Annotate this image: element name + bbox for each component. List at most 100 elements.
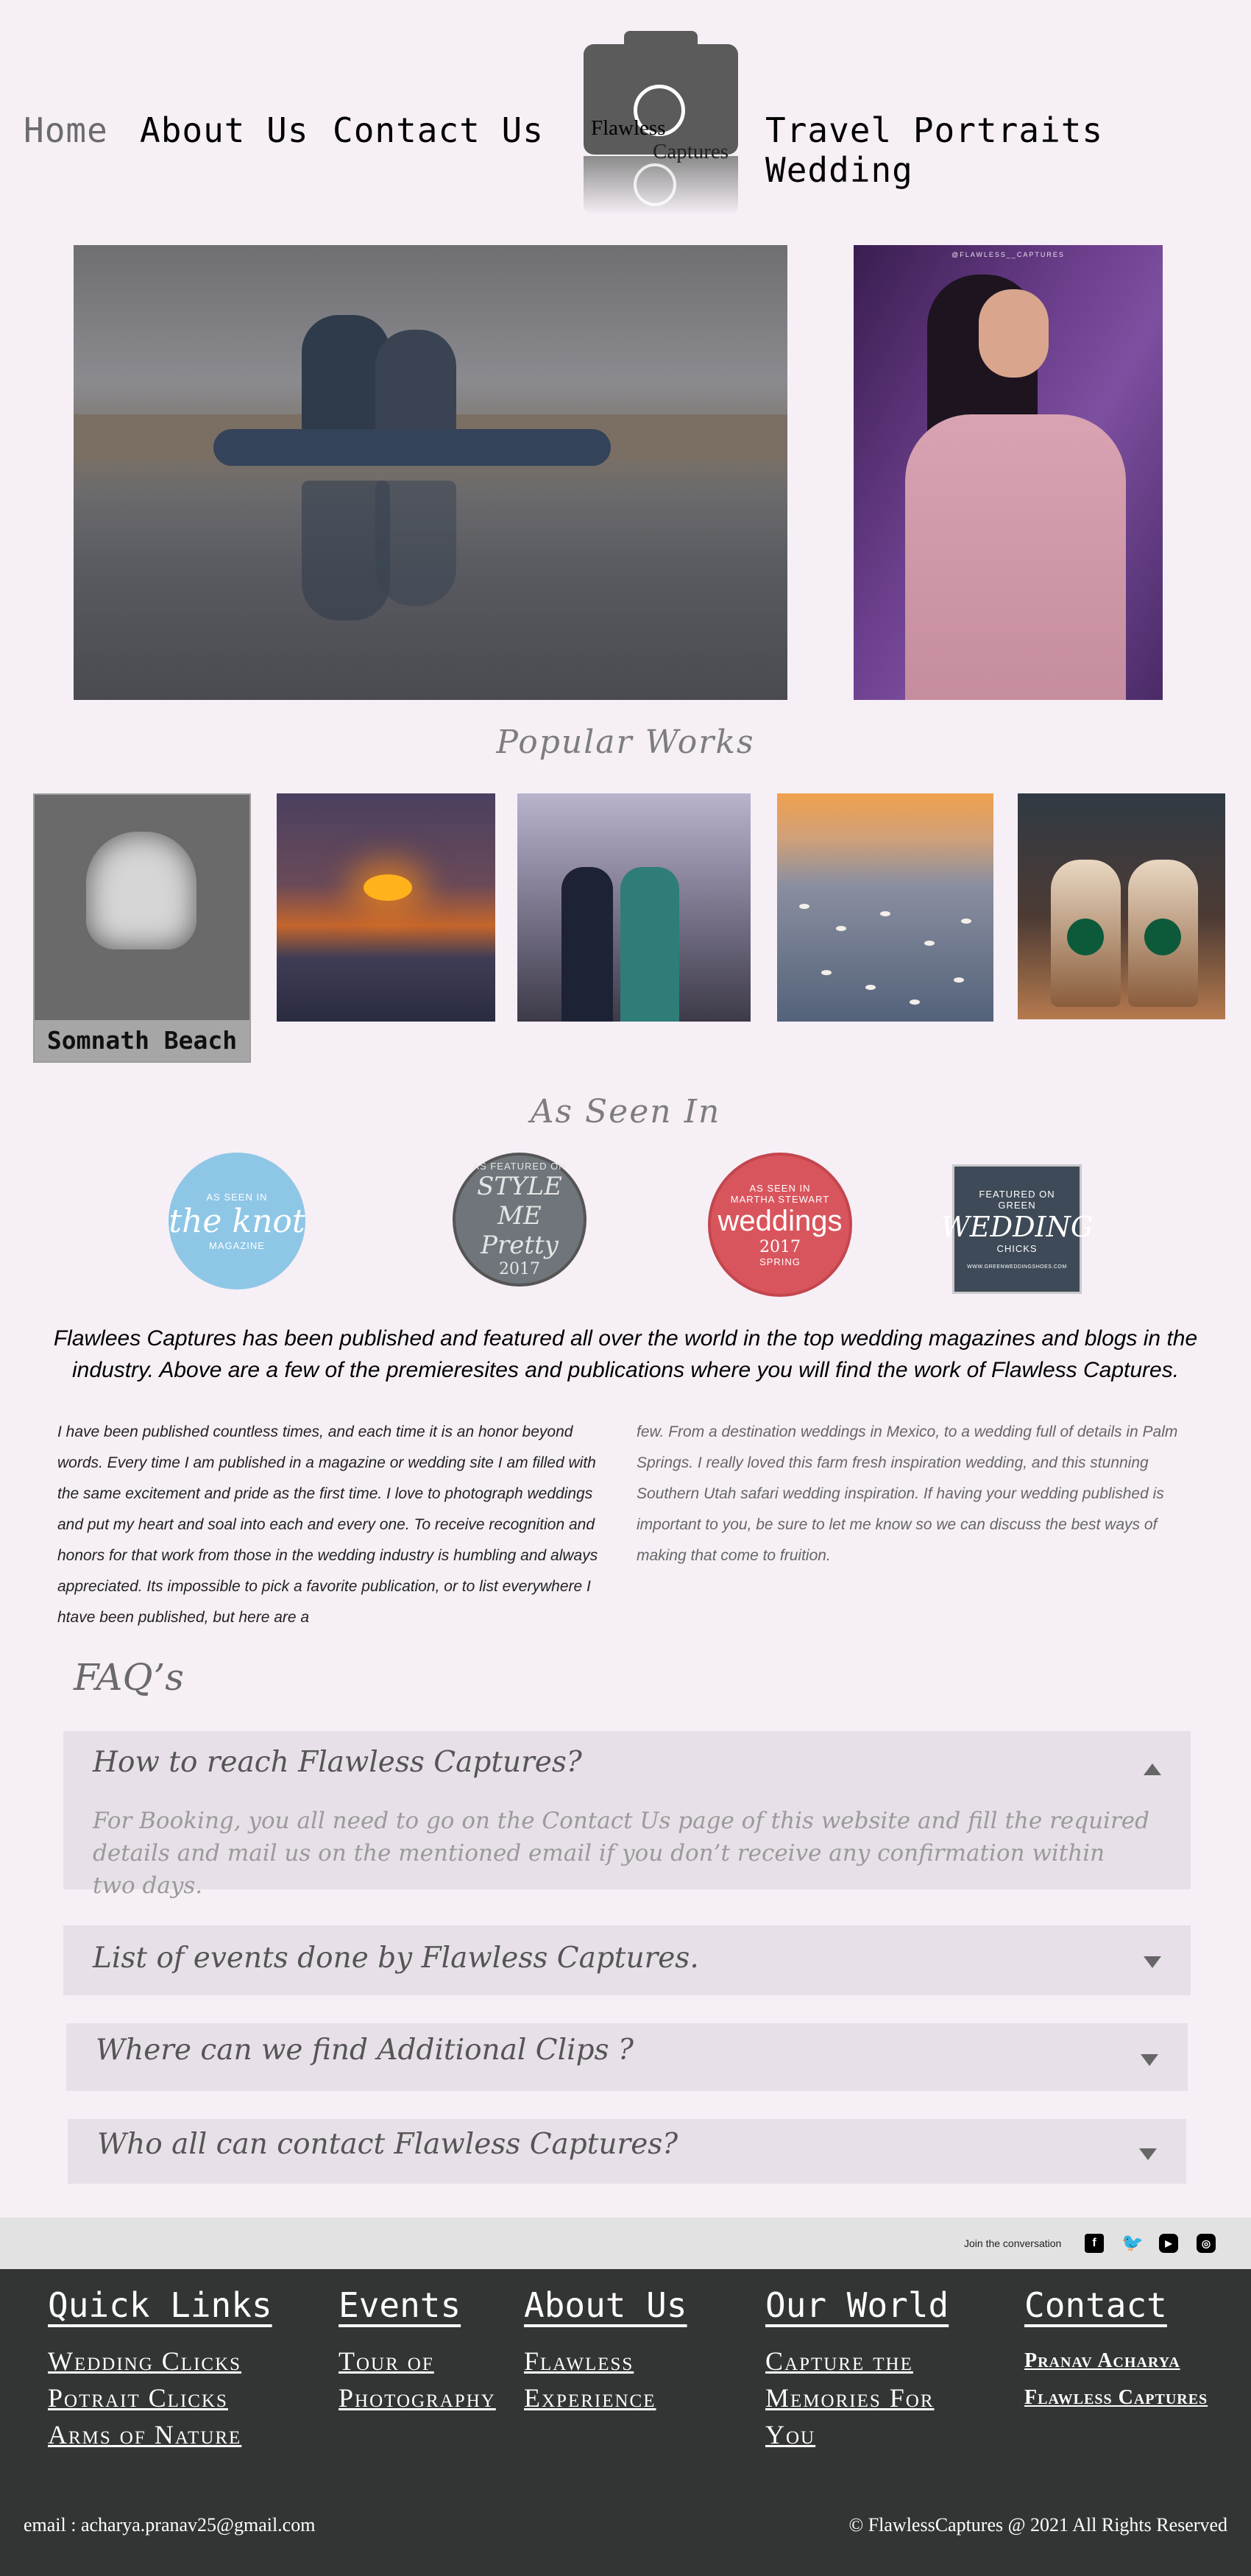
instagram-icon[interactable]: ◎ [1197,2234,1216,2253]
nav-home-link[interactable]: Home [24,110,108,150]
social-bar: Join the conversation f 🐦 ▶ ◎ [0,2218,1251,2269]
logo-text-line2: Captures [653,140,729,163]
footer-contact-title: Contact [1024,2285,1167,2325]
work-card-sunset[interactable] [277,793,495,1022]
sunset-photo-icon [364,874,412,901]
bird-icon [799,904,809,909]
photo-figure-legs [213,429,611,466]
footer-contact-name[interactable]: Pranav Acharya [1024,2343,1208,2379]
footer-link-capture-the[interactable]: Capture the [765,2343,949,2379]
wedding-photo-bride [620,867,679,1022]
footer-about-title: About Us [524,2285,687,2325]
work-card-birds[interactable] [777,793,993,1022]
faq-item-contact[interactable]: Who all can contact Flawless Captures? [68,2119,1186,2184]
style-me-pretty-badge[interactable]: AS FEATURED ON STYLE ME Pretty 2017 [453,1153,586,1287]
chevron-up-icon[interactable] [1144,1763,1161,1775]
site-logo[interactable]: Flawless Captures [578,29,748,217]
nav-category-links[interactable]: Travel Portraits Wedding [765,110,1251,190]
badge-sub-text: GREEN [998,1200,1036,1211]
publications-intro: Flawlees Captures has been published and… [53,1326,1198,1382]
badge-top-text: AS FEATURED ON [472,1161,567,1172]
footer-our-world: Our World Capture the Memories For You [765,2285,949,2453]
youtube-icon[interactable]: ▶ [1159,2234,1178,2253]
footer-our-world-title: Our World [765,2285,949,2325]
footer-link-you[interactable]: You [765,2416,949,2453]
faq-title: FAQ’s [74,1656,184,1699]
chevron-down-icon[interactable] [1141,2054,1158,2066]
wedding-photo-groom [561,867,613,1022]
footer-email[interactable]: email : acharya.pranav25@gmail.com [24,2514,315,2536]
martha-stewart-badge[interactable]: AS SEEN IN MARTHA STEWART weddings 2017 … [708,1153,852,1297]
faq-item-clips[interactable]: Where can we find Additional Clips ? [66,2023,1188,2091]
site-footer: Quick Links Wedding Clicks Potrait Click… [0,2269,1251,2576]
cup-logo-icon [1144,919,1181,955]
chevron-down-icon[interactable] [1144,1956,1161,1968]
logo-text-line1: Flawless [591,116,666,140]
as-seen-in-title: As Seen In [530,1093,721,1130]
bird-icon [865,985,876,990]
faq-question[interactable]: Where can we find Additional Clips ? [96,2034,634,2067]
cup-logo-icon [1067,919,1104,955]
faq-question[interactable]: Who all can contact Flawless Captures? [97,2128,678,2161]
publications-text-left: I have been published countless times, a… [57,1423,598,1626]
nav-about-link[interactable]: About Us [140,110,309,150]
footer-link-tour-of[interactable]: Tour of [339,2343,496,2379]
footer-contact: Contact Pranav Acharya Flawless Captures [1024,2285,1208,2416]
photo-reflection-woman [375,481,456,606]
footer-link-arms-of-nature[interactable]: Arms of Nature [48,2416,272,2453]
footer-link-memories-for[interactable]: Memories For [765,2379,949,2416]
faq-question[interactable]: List of events done by Flawless Captures… [93,1942,699,1975]
footer-about: About Us Flawless Experience [524,2285,687,2416]
work-card-somnath-beach[interactable]: Somnath Beach [33,793,251,1063]
join-conversation-label: Join the conversation [964,2237,1062,2249]
footer-events: Events Tour of Photography [339,2285,496,2416]
footer-link-wedding-clicks[interactable]: Wedding Clicks [48,2343,272,2379]
badge-top-text: AS SEEN IN [749,1182,811,1194]
the-knot-badge[interactable]: AS SEEN IN the knot MAGAZINE [169,1153,305,1289]
green-wedding-shoes-badge[interactable]: FEATURED ON GREEN WEDDING CHICKS WWW.GRE… [941,1164,1093,1294]
badge-bottom-text: CHICKS [996,1243,1038,1254]
faq-question[interactable]: How to reach Flawless Captures? [93,1746,582,1779]
top-navigation: Home About Us Contact Us Flawless Captur… [0,0,1251,228]
footer-events-title: Events [339,2285,461,2325]
faq-item-events[interactable]: List of events done by Flawless Captures… [63,1925,1191,1995]
footer-link-flawless[interactable]: Flawless [524,2343,687,2379]
hero-bride-photo: @FLAWLESS__CAPTURES [854,245,1163,700]
badge-main-text: WEDDING [940,1211,1094,1243]
badge-main-text: weddings [717,1204,843,1237]
bird-icon [821,970,832,975]
badge-url-text: WWW.GREENWEDDINGSHOES.COM [967,1264,1067,1270]
footer-link-photography[interactable]: Photography [339,2379,496,2416]
bird-icon [836,926,846,931]
photo-face [979,289,1049,378]
bird-icon [954,977,964,983]
badge-main-text: STYLE ME Pretty [477,1172,562,1260]
footer-link-potrait-clicks[interactable]: Potrait Clicks [48,2379,272,2416]
logo-reflection-lens [634,163,676,206]
badge-bottom-text: MAGAZINE [209,1239,265,1251]
badge-year-text: 2017 [499,1260,540,1278]
faq-item-reach[interactable]: How to reach Flawless Captures? For Book… [63,1731,1191,1899]
bird-icon [961,919,971,924]
hero-couple-photo [74,245,787,700]
popular-works-title: Popular Works [496,723,755,761]
work-card-coffee[interactable] [1018,793,1225,1019]
photo-watermark: @FLAWLESS__CAPTURES [951,251,1065,258]
chevron-down-icon[interactable] [1139,2148,1157,2160]
footer-copyright: © FlawlessCaptures @ 2021 All Rights Res… [848,2514,1227,2536]
badge-main-text: the knot [169,1202,305,1240]
badge-top-text: AS SEEN IN [206,1191,268,1203]
work-card-wedding[interactable] [517,793,751,1022]
badge-top-text: FEATURED ON [979,1189,1055,1200]
photo-dress [905,414,1126,700]
badge-tail-text: SPRING [759,1256,801,1267]
footer-link-experience[interactable]: Experience [524,2379,687,2416]
cave-photo-icon [86,832,196,949]
nav-contact-link[interactable]: Contact Us [333,110,544,150]
facebook-icon[interactable]: f [1085,2234,1104,2253]
footer-contact-company[interactable]: Flawless Captures [1024,2379,1208,2416]
work-caption: Somnath Beach [35,1020,249,1061]
twitter-icon[interactable]: 🐦 [1121,2234,1144,2253]
bird-icon [910,999,920,1005]
footer-quick-links-title: Quick Links [48,2285,272,2325]
